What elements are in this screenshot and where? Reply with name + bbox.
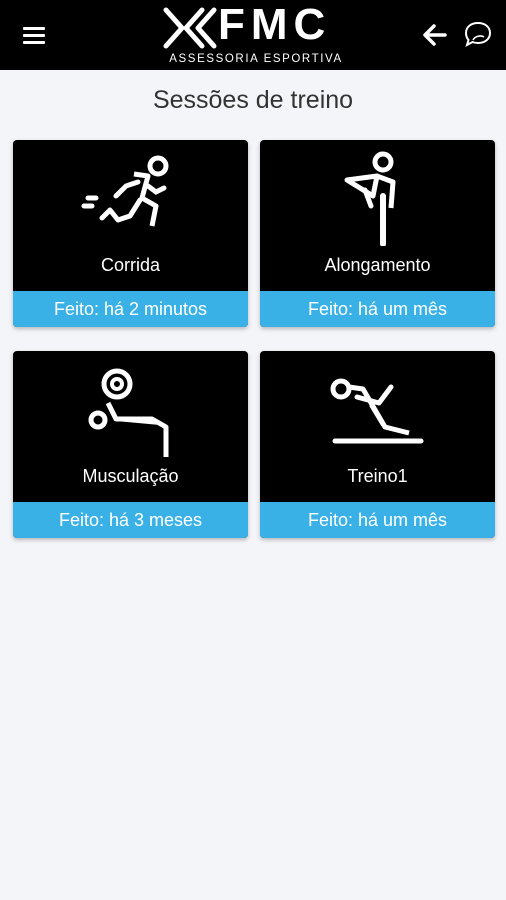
session-card-treino1[interactable]: Treino1 Feito: há um mês [260, 351, 495, 538]
menu-line [23, 40, 45, 44]
menu-line [23, 26, 45, 30]
session-status: Feito: há um mês [260, 502, 495, 538]
session-name: Alongamento [324, 255, 431, 275]
session-status: Feito: há 3 meses [13, 502, 248, 538]
incline-situp-icon [330, 378, 424, 444]
session-name: Corrida [100, 255, 161, 275]
arrow-left-icon [423, 24, 447, 46]
running-person-icon [81, 155, 169, 227]
session-status: Feito: há 2 minutos [13, 291, 248, 327]
fmc-logo: FMC ASSESSORIA ESPORTIVA [160, 0, 350, 68]
top-app-bar: FMC ASSESSORIA ESPORTIVA [0, 0, 506, 70]
menu-line [23, 33, 45, 37]
page-title: Sessões de treino [152, 86, 354, 114]
session-name: Musculação [82, 466, 179, 486]
session-name: Treino1 [347, 466, 408, 486]
logo-wordmark: FMC [218, 0, 332, 49]
stretching-person-icon [344, 151, 396, 246]
session-status: Feito: há um mês [260, 291, 495, 327]
hamburger-menu-button[interactable] [20, 22, 50, 48]
session-card-musculacao[interactable]: Musculação Feito: há 3 meses [13, 351, 248, 538]
logo-subtitle: ASSESSORIA ESPORTIVA [169, 53, 343, 65]
session-card-corrida[interactable]: Corrida Feito: há 2 minutos [13, 140, 248, 327]
chat-bubbles-icon [464, 21, 492, 48]
chat-button[interactable] [462, 18, 494, 50]
session-card-alongamento[interactable]: Alongamento Feito: há um mês [260, 140, 495, 327]
back-button[interactable] [420, 20, 450, 50]
logo-chevrons-icon [163, 7, 217, 49]
weightlifting-bench-icon [88, 368, 169, 457]
